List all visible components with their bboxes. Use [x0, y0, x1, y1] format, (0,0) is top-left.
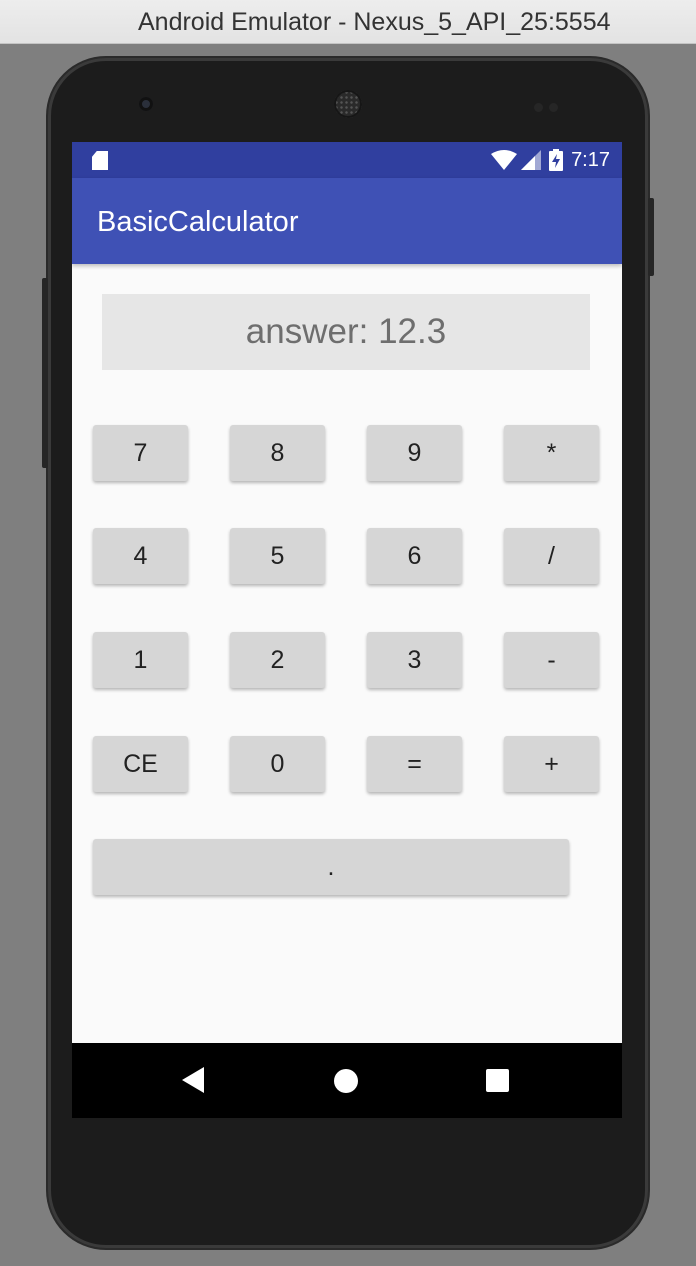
key-7-button[interactable]: 7 — [93, 425, 188, 481]
status-time: 7:17 — [571, 148, 610, 171]
key-3-button[interactable]: 3 — [367, 632, 462, 688]
front-camera — [139, 97, 153, 111]
status-bar: 7:17 — [72, 142, 622, 178]
volume-button[interactable] — [42, 278, 48, 468]
equals-button[interactable]: = — [367, 736, 462, 792]
key-6-button[interactable]: 6 — [367, 528, 462, 584]
answer-display: answer: 12.3 — [102, 294, 590, 370]
key-2-button[interactable]: 2 — [230, 632, 325, 688]
key-8-button[interactable]: 8 — [230, 425, 325, 481]
navigation-bar — [72, 1043, 622, 1118]
key-1-button[interactable]: 1 — [93, 632, 188, 688]
divide-button[interactable]: / — [504, 528, 599, 584]
app-title: BasicCalculator — [97, 206, 299, 238]
signal-icon — [521, 150, 542, 170]
key-5-button[interactable]: 5 — [230, 528, 325, 584]
key-0-button[interactable]: 0 — [230, 736, 325, 792]
key-4-button[interactable]: 4 — [93, 528, 188, 584]
phone-screen: 7:17 BasicCalculator answer: 12.3 7 8 9 … — [72, 142, 622, 1118]
subtract-button[interactable]: - — [504, 632, 599, 688]
sd-card-icon — [92, 151, 108, 170]
wifi-icon — [491, 150, 518, 170]
window-titlebar[interactable]: Android Emulator - Nexus_5_API_25:5554 — [0, 0, 696, 44]
add-button[interactable]: + — [504, 736, 599, 792]
multiply-button[interactable]: * — [504, 425, 599, 481]
decimal-point-button[interactable]: . — [93, 839, 569, 895]
proximity-sensor — [534, 99, 564, 112]
home-icon[interactable] — [334, 1069, 358, 1093]
recents-icon[interactable] — [486, 1069, 509, 1092]
back-icon[interactable] — [182, 1067, 206, 1098]
key-9-button[interactable]: 9 — [367, 425, 462, 481]
speaker-grill — [334, 90, 362, 118]
window-title: Android Emulator - Nexus_5_API_25:5554 — [138, 8, 611, 36]
battery-charging-icon — [549, 149, 564, 171]
power-button[interactable] — [648, 198, 654, 276]
emulator-window: Android Emulator - Nexus_5_API_25:5554 7… — [0, 0, 696, 1266]
clear-entry-button[interactable]: CE — [93, 736, 188, 792]
app-bar: BasicCalculator — [72, 178, 622, 264]
